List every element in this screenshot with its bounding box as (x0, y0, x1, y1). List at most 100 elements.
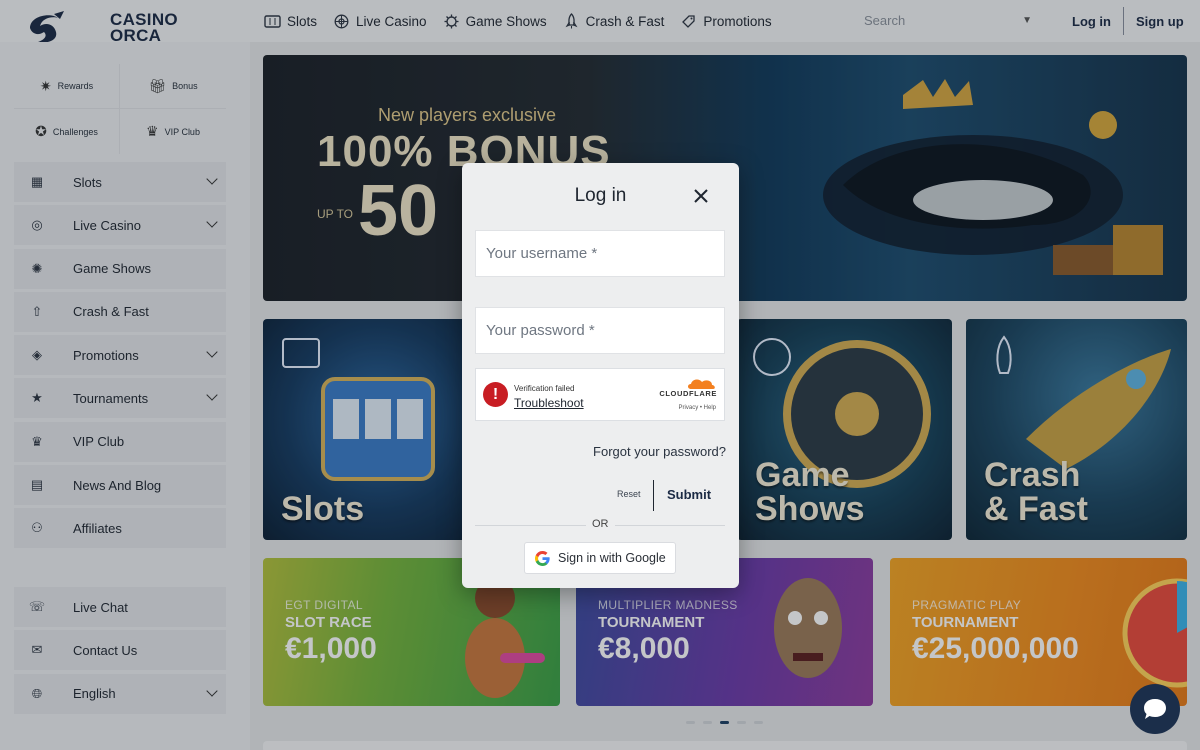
error-icon: ! (483, 382, 508, 407)
tag-icon: ◈ (32, 347, 42, 363)
login-modal: Log in ! Verification failed Troubleshoo… (462, 163, 739, 588)
sidebar-item-contact-us[interactable]: ✉ Contact Us (14, 630, 226, 671)
promo-banner-pragmatic-play[interactable]: PRAGMATIC PLAY TOURNAMENT €25,000,000 (890, 558, 1187, 706)
category-tile-crash-fast[interactable]: Crash & Fast (966, 319, 1187, 540)
sidebar-item-tournaments[interactable]: ★ Tournaments (14, 378, 226, 419)
roulette-icon: ◎ (31, 217, 43, 233)
carousel-dot[interactable] (737, 721, 746, 724)
reset-button[interactable]: Reset (617, 489, 641, 499)
orca-king-illustration (823, 79, 1163, 275)
tile-title: Game (755, 456, 850, 494)
cloudflare-captcha: ! Verification failed Troubleshoot CLOUD… (475, 368, 725, 421)
carousel-dot-active[interactable] (720, 721, 729, 724)
button-divider (653, 480, 654, 511)
chevron-down-icon[interactable] (206, 173, 218, 185)
sidebar: ✷ Rewards 🎁︎ Bonus ✪ Challenges ♛ VIP Club ▦… (0, 42, 250, 750)
sidebar-item-label: Slots (73, 174, 102, 190)
sidebar-item-affiliates[interactable]: ⚇ Affiliates (14, 508, 226, 549)
promo-amount: €25,000,000 (912, 632, 1079, 665)
sidebar-item-label: Affiliates (73, 520, 122, 536)
topnav-crash-fast[interactable]: Crash & Fast (563, 13, 665, 30)
category-tile-slots[interactable]: Slots (263, 319, 473, 540)
close-icon[interactable] (693, 188, 709, 204)
promo-amount: €1,000 (285, 632, 377, 665)
chevron-down-icon[interactable] (206, 389, 218, 402)
hero-upto-text: UP TO (317, 207, 354, 221)
gift-icon: 🎁︎ (148, 77, 167, 94)
forgot-password-link[interactable]: Forgot your password? (593, 444, 726, 459)
crown-icon: ♛ (146, 123, 159, 139)
slot-machine-icon (264, 13, 281, 30)
search-input[interactable]: Search (864, 13, 905, 28)
sidebar-item-label: Game Shows (73, 261, 152, 277)
sidebar-item-game-shows[interactable]: ✺ Game Shows (14, 248, 226, 289)
top-bar: CASINO ORCA Slots Live Casino Game Shows (0, 0, 1200, 44)
sidebar-item-promotions[interactable]: ◈ Promotions (14, 335, 226, 376)
captcha-status: Verification failed (514, 384, 575, 393)
roulette-icon (333, 13, 350, 30)
signup-button[interactable]: Sign up (1124, 14, 1196, 29)
auth-buttons: Log in Sign up (1060, 0, 1196, 42)
promo-provider: PRAGMATIC PLAY (912, 598, 1022, 612)
chevron-down-icon[interactable] (206, 216, 218, 228)
sidebar-item-language[interactable]: 🌐︎ English (14, 673, 226, 714)
quick-link-label: Rewards (57, 81, 94, 91)
troubleshoot-link[interactable]: Troubleshoot (514, 396, 584, 410)
privacy-help-links[interactable]: Privacy • Help (679, 405, 716, 411)
medal-icon: ✪ (35, 123, 47, 139)
topnav-game-shows[interactable]: Game Shows (443, 13, 547, 30)
promo-title: TOURNAMENT (598, 614, 705, 631)
google-signin-button[interactable]: Sign in with Google (524, 542, 676, 574)
quick-link-vip-club[interactable]: ♛ VIP Club (120, 109, 226, 154)
google-icon (535, 550, 550, 566)
tile-title: Shows (755, 490, 865, 528)
carousel-dot[interactable] (686, 721, 695, 724)
live-chat-button[interactable] (1130, 684, 1180, 734)
document-icon: ▤ (30, 477, 44, 493)
password-input[interactable] (475, 307, 725, 354)
sidebar-item-crash-fast[interactable]: ⇧ Crash & Fast (14, 291, 226, 332)
quick-link-rewards[interactable]: ✷ Rewards (14, 64, 120, 109)
topnav-slots[interactable]: Slots (264, 13, 317, 30)
chevron-down-icon[interactable] (206, 346, 218, 358)
sidebar-item-live-casino[interactable]: ◎ Live Casino (14, 205, 226, 246)
submit-button[interactable]: Submit (667, 487, 711, 502)
topnav-label: Crash & Fast (585, 13, 665, 29)
promo-amount: €8,000 (598, 632, 690, 665)
sidebar-item-news-blog[interactable]: ▤ News And Blog (14, 465, 226, 506)
promo-title: TOURNAMENT (912, 614, 1019, 631)
sidebar-item-label: Live Casino (73, 217, 141, 233)
hero-exclusive-text: New players exclusive (378, 105, 557, 125)
topnav-label: Promotions (703, 13, 772, 29)
login-button[interactable]: Log in (1060, 14, 1123, 29)
search-box[interactable]: Search ▼ (858, 8, 1038, 32)
topnav-label: Game Shows (465, 13, 547, 29)
topnav-promotions[interactable]: Promotions (680, 13, 772, 30)
category-tile-game-shows[interactable]: Game Shows (737, 319, 952, 540)
sidebar-item-vip-club[interactable]: ♛ VIP Club (14, 421, 226, 462)
translate-icon: 🌐︎ (31, 685, 43, 701)
sidebar-item-slots[interactable]: ▦ Slots (14, 162, 226, 202)
topnav-label: Live Casino (356, 13, 427, 29)
quick-link-bonus[interactable]: 🎁︎ Bonus (120, 64, 226, 109)
username-input[interactable] (475, 230, 725, 277)
sidebar-item-label: Crash & Fast (73, 304, 149, 320)
topnav-live-casino[interactable]: Live Casino (333, 13, 427, 30)
sidebar-item-live-chat[interactable]: ☏ Live Chat (14, 587, 226, 627)
top-nav: Slots Live Casino Game Shows Crash & Fas… (264, 0, 772, 42)
quick-link-challenges[interactable]: ✪ Challenges (14, 109, 120, 154)
sidebar-item-label: VIP Club (73, 434, 125, 450)
contact-icon: ✉ (31, 642, 43, 658)
google-signin-label: Sign in with Google (558, 551, 666, 565)
sidebar-item-label: News And Blog (73, 477, 162, 493)
chevron-down-icon[interactable]: ▼ (1022, 15, 1032, 26)
carousel-dot[interactable] (703, 721, 712, 724)
promo-title: SLOT RACE (285, 614, 372, 631)
sidebar-item-label: Tournaments (73, 390, 149, 406)
promo-provider: EGT DIGITAL (285, 598, 363, 612)
quick-link-label: Bonus (172, 81, 198, 91)
sidebar-menu: ▦ Slots ◎ Live Casino ✺ Game Shows ⇧ Crash &… (14, 162, 226, 552)
carousel-dot[interactable] (754, 721, 763, 724)
affiliates-icon: ⚇ (31, 520, 43, 536)
chevron-down-icon[interactable] (206, 684, 218, 697)
